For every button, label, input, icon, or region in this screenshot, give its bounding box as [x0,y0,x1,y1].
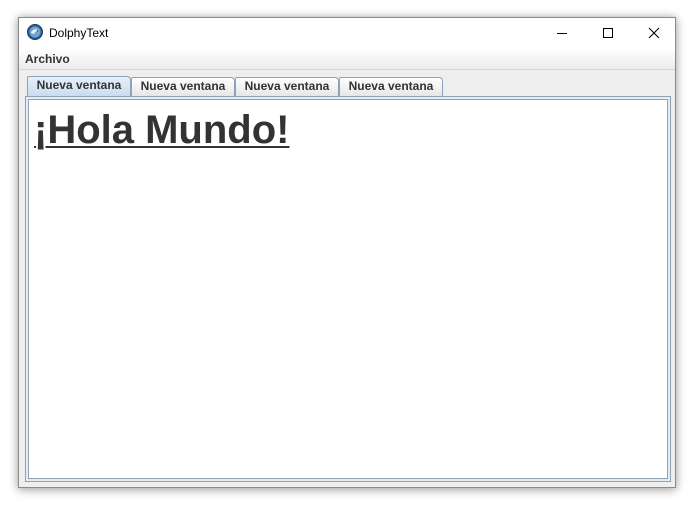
maximize-button[interactable] [585,18,631,48]
app-window: DolphyText Archivo Nueva ventana Nueva v… [18,17,676,488]
text-editor[interactable]: ¡Hola Mundo! [28,99,668,479]
minimize-button[interactable] [539,18,585,48]
tab-nueva-ventana-1[interactable]: Nueva ventana [27,76,131,96]
menu-archivo[interactable]: Archivo [25,52,70,66]
title-bar[interactable]: DolphyText [19,18,675,48]
editor-heading: ¡Hola Mundo! [34,108,290,152]
close-icon [648,27,660,39]
tab-nueva-ventana-2[interactable]: Nueva ventana [131,77,235,96]
menu-bar: Archivo [19,48,675,70]
window-title: DolphyText [49,26,109,40]
maximize-icon [603,28,613,38]
minimize-icon [557,33,567,34]
tabbed-pane: Nueva ventana Nueva ventana Nueva ventan… [19,70,675,487]
tab-content-panel: ¡Hola Mundo! [25,96,671,482]
dolphin-globe-icon [27,24,43,40]
close-button[interactable] [631,18,677,48]
tab-nueva-ventana-4[interactable]: Nueva ventana [339,77,443,96]
tab-nueva-ventana-3[interactable]: Nueva ventana [235,77,339,96]
